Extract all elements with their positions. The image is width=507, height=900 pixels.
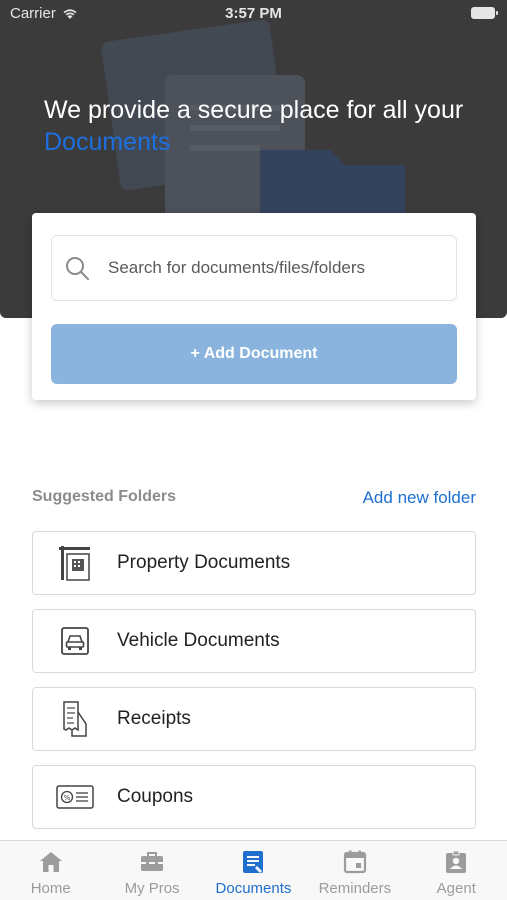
document-icon	[243, 851, 264, 873]
folder-coupons[interactable]: % Coupons	[32, 765, 476, 829]
toolbox-icon	[141, 852, 164, 871]
battery-icon	[471, 7, 498, 19]
suggested-folders-header: Suggested Folders Add new folder	[32, 488, 476, 510]
search-card: + Add Document	[32, 213, 476, 400]
folder-property-documents[interactable]: Property Documents	[32, 531, 476, 595]
home-icon	[39, 852, 62, 872]
tab-label: Agent	[436, 880, 476, 897]
svg-text:%: %	[64, 794, 71, 802]
tab-home[interactable]: Home	[0, 841, 101, 900]
receipt-icon	[56, 700, 94, 738]
add-new-folder-link[interactable]: Add new folder	[363, 488, 476, 508]
car-icon	[56, 622, 94, 660]
tab-label: Documents	[215, 880, 292, 897]
tab-label: My Pros	[124, 880, 180, 897]
tab-reminders[interactable]: Reminders	[304, 841, 405, 900]
agent-badge-icon	[446, 850, 467, 873]
hero-title-accent: Documents	[44, 128, 171, 156]
hero-title-text: We provide a secure place for all your	[44, 96, 464, 124]
add-document-button[interactable]: + Add Document	[51, 324, 457, 384]
hero-title: We provide a secure place for all your D…	[44, 94, 464, 158]
folder-vehicle-documents[interactable]: Vehicle Documents	[32, 609, 476, 673]
search-box[interactable]	[51, 235, 457, 301]
tab-agent[interactable]: Agent	[406, 841, 507, 900]
folder-label: Receipts	[117, 708, 191, 729]
building-icon	[56, 544, 94, 582]
folder-label: Coupons	[117, 786, 194, 807]
calendar-icon	[343, 850, 366, 874]
status-bar: Carrier 3:57 PM	[0, 0, 507, 28]
tab-label: Reminders	[318, 880, 392, 897]
folder-receipts[interactable]: Receipts	[32, 687, 476, 751]
bottom-tab-bar: Home My Pros Documents Reminders Agent	[0, 840, 507, 900]
tab-my-pros[interactable]: My Pros	[101, 841, 202, 900]
search-icon	[66, 257, 89, 280]
folder-label: Property Documents	[117, 552, 291, 573]
search-input[interactable]	[108, 258, 438, 278]
coupon-icon: %	[56, 778, 94, 816]
section-title: Suggested Folders	[32, 488, 177, 505]
status-time: 3:57 PM	[225, 5, 282, 22]
tab-label: Home	[30, 880, 71, 897]
folder-label: Vehicle Documents	[117, 630, 280, 651]
tab-documents[interactable]: Documents	[203, 841, 304, 900]
